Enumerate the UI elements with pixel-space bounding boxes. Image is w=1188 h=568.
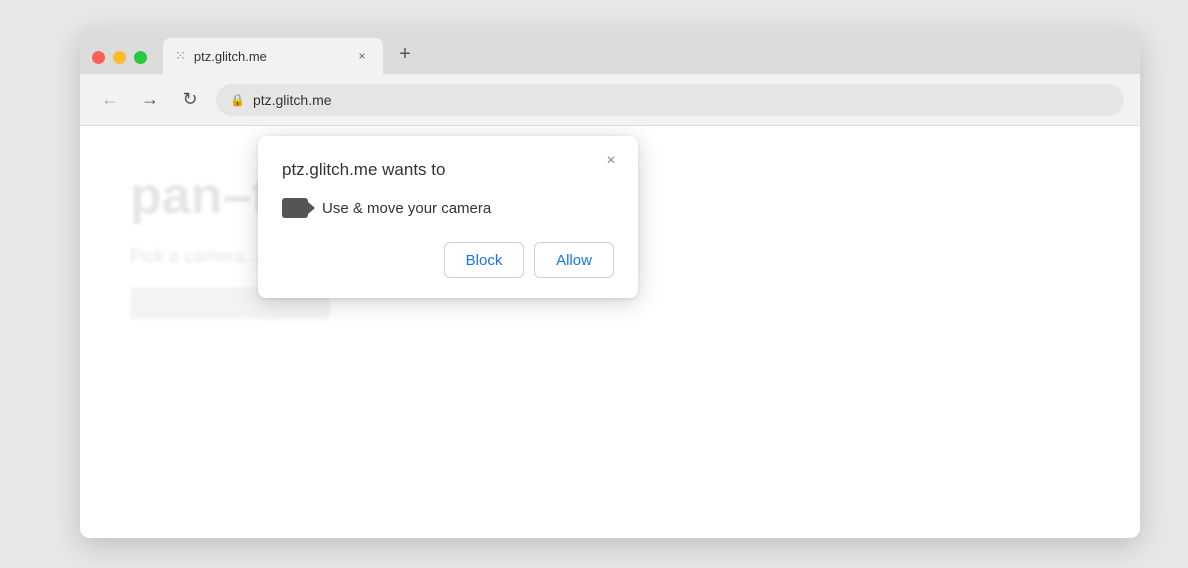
browser-window: ⁙ ptz.glitch.me × + ← → ↻ 🔒 ptz.glitch.m… <box>80 28 1140 538</box>
nav-bar: ← → ↻ 🔒 ptz.glitch.me <box>80 74 1140 126</box>
allow-button[interactable]: Allow <box>534 242 614 278</box>
permission-popup: × ptz.glitch.me wants to Use & move your… <box>258 136 638 298</box>
new-tab-button[interactable]: + <box>391 40 419 68</box>
camera-icon <box>282 198 308 218</box>
forward-button[interactable]: → <box>136 86 164 114</box>
active-tab[interactable]: ⁙ ptz.glitch.me × <box>163 38 383 74</box>
back-button[interactable]: ← <box>96 86 124 114</box>
minimize-traffic-light[interactable] <box>113 51 126 64</box>
content-area: pan–til Pick a camera... × ptz.glitch.me… <box>80 126 1140 538</box>
popup-title: ptz.glitch.me wants to <box>282 160 614 180</box>
block-button[interactable]: Block <box>444 242 524 278</box>
tab-drag-icon: ⁙ <box>175 48 186 64</box>
popup-close-button[interactable]: × <box>600 150 622 172</box>
permission-row: Use & move your camera <box>282 198 614 218</box>
popup-buttons: Block Allow <box>282 242 614 278</box>
close-traffic-light[interactable] <box>92 51 105 64</box>
tab-title: ptz.glitch.me <box>194 49 345 64</box>
lock-icon: 🔒 <box>230 93 245 107</box>
tab-close-button[interactable]: × <box>353 47 371 65</box>
traffic-lights <box>92 51 147 64</box>
tab-bar: ⁙ ptz.glitch.me × + <box>80 28 1140 74</box>
address-text: ptz.glitch.me <box>253 92 332 108</box>
maximize-traffic-light[interactable] <box>134 51 147 64</box>
address-bar[interactable]: 🔒 ptz.glitch.me <box>216 84 1124 116</box>
reload-button[interactable]: ↻ <box>176 86 204 114</box>
permission-label: Use & move your camera <box>322 200 491 217</box>
